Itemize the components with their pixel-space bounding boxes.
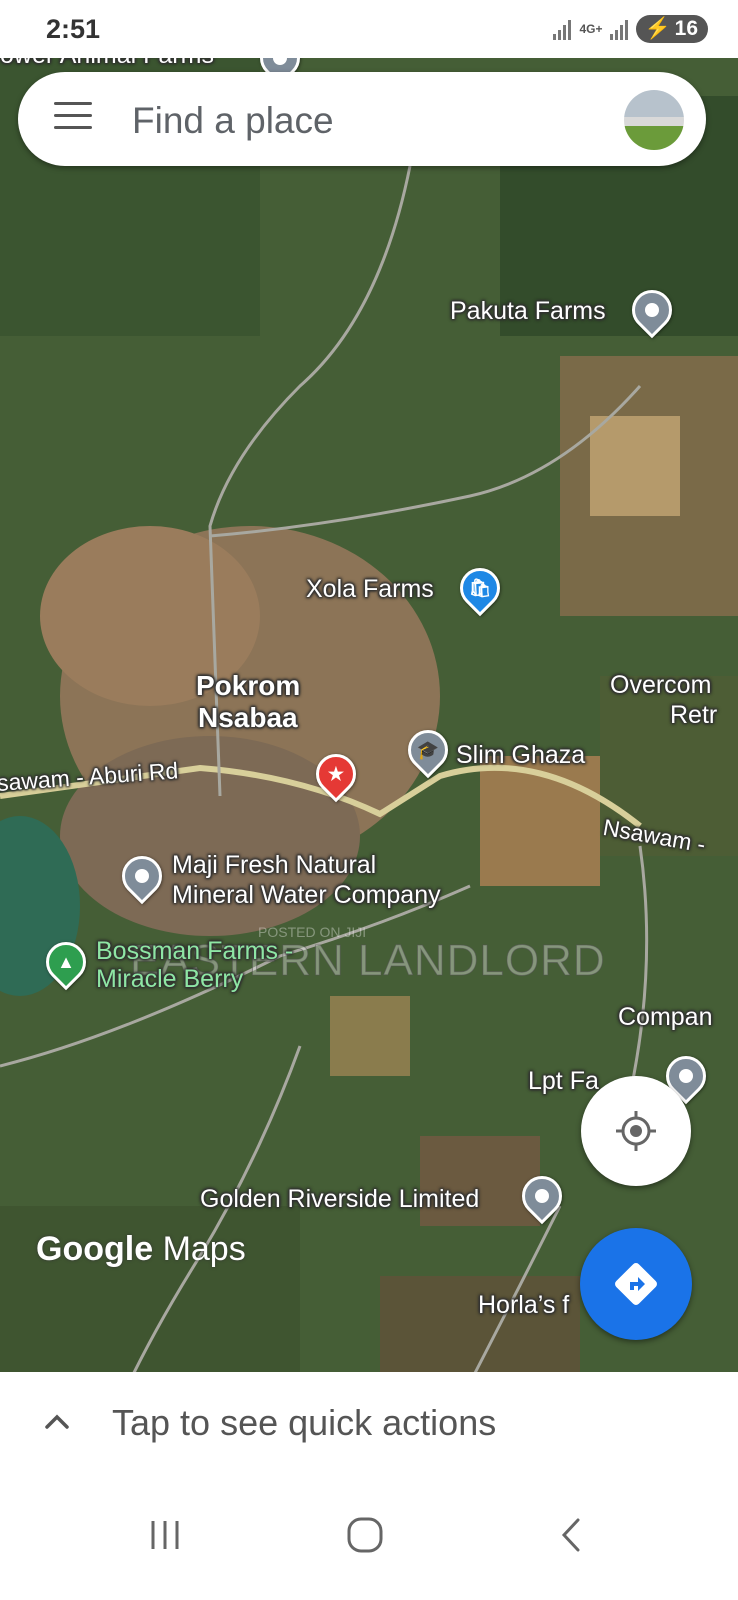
recent-apps-icon xyxy=(151,1521,179,1549)
status-bar: 2:51 4G+ ⚡ 16 xyxy=(0,0,738,58)
place-label-overcome-2[interactable]: Retr xyxy=(670,700,717,730)
cell-signal-icon xyxy=(610,18,629,40)
crosshair-icon xyxy=(616,1111,656,1151)
avatar[interactable] xyxy=(624,90,684,150)
place-label-slim-ghaza[interactable]: Slim Ghaza xyxy=(456,740,585,770)
battery-indicator: ⚡ 16 xyxy=(636,15,708,43)
menu-icon[interactable] xyxy=(54,102,92,130)
place-label-xola-farms[interactable]: Xola Farms xyxy=(306,574,434,604)
chevron-up-icon xyxy=(45,1414,69,1429)
place-label-lpt-farms[interactable]: Lpt Fa xyxy=(528,1066,599,1096)
place-label-pakuta-farms[interactable]: Pakuta Farms xyxy=(450,296,606,326)
place-label-company[interactable]: Compan xyxy=(618,1002,713,1032)
home-button[interactable] xyxy=(340,1510,390,1560)
recent-apps-button[interactable] xyxy=(140,1510,190,1560)
directions-button[interactable] xyxy=(580,1228,692,1340)
place-label-top[interactable]: ower Animal Farms xyxy=(0,56,214,70)
place-label-horlas[interactable]: Horla’s f xyxy=(478,1290,569,1320)
place-label-maji-2[interactable]: Mineral Water Company xyxy=(172,880,441,910)
quick-actions-text: Tap to see quick actions xyxy=(112,1402,497,1443)
place-label-overcome[interactable]: Overcom xyxy=(610,670,711,700)
battery-level: 16 xyxy=(674,17,698,40)
system-nav-bar xyxy=(0,1480,738,1600)
search-bar[interactable] xyxy=(18,72,706,166)
my-location-button[interactable] xyxy=(581,1076,691,1186)
town-label-nsabaa: Nsabaa xyxy=(198,702,298,733)
google-maps-logo: Google Maps xyxy=(36,1230,246,1268)
place-label-golden-riverside[interactable]: Golden Riverside Limited xyxy=(200,1184,479,1214)
place-label-bossman-1[interactable]: Bossman Farms - xyxy=(96,936,293,966)
status-time: 2:51 xyxy=(46,14,101,44)
search-input[interactable] xyxy=(130,92,594,150)
home-icon xyxy=(347,1517,383,1553)
network-type: 4G+ xyxy=(579,22,603,36)
charging-icon: ⚡ xyxy=(644,17,671,40)
map-view[interactable]: ower Animal Farms Pakuta Farms Xola Farm… xyxy=(0,56,738,1402)
directions-icon xyxy=(615,1263,657,1305)
back-icon xyxy=(561,1518,580,1552)
quick-actions-panel[interactable]: Tap to see quick actions xyxy=(0,1372,738,1480)
town-label-pokrom: Pokrom xyxy=(196,670,301,701)
place-label-bossman-2[interactable]: Miracle Berry xyxy=(96,964,243,994)
wifi-signal-icon xyxy=(553,18,572,40)
back-button[interactable] xyxy=(546,1510,596,1560)
place-label-maji-1[interactable]: Maji Fresh Natural xyxy=(172,850,376,880)
